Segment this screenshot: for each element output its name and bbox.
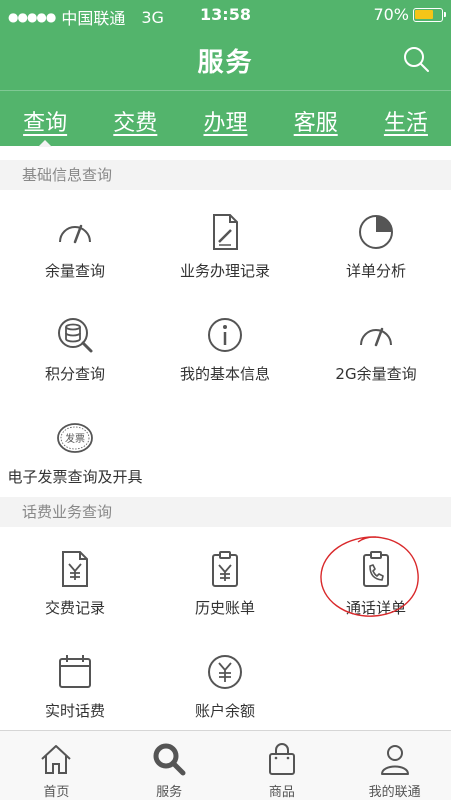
status-bar: ●●●●● 中国联通 3G 13:58 70%	[0, 0, 451, 30]
grid-item-label: 余量查询	[44, 262, 105, 280]
tab-label: 交费	[113, 111, 158, 136]
section-header-billing: 话费业务查询	[0, 497, 451, 527]
yuan-document-icon	[62, 551, 88, 587]
gauge-icon	[360, 327, 392, 347]
yuan-circle-icon	[208, 655, 242, 689]
tabbar-label: 我的联通	[368, 785, 421, 800]
tabbar-goods[interactable]: 商品	[226, 731, 339, 800]
grid-item-account-balance[interactable]: 账户余额	[150, 652, 300, 721]
invoice-stamp-icon: 发票	[57, 423, 93, 453]
search-icon	[404, 47, 429, 72]
coins-search-icon	[58, 318, 93, 353]
billing-grid: 交费记录 历史账单 通话详单 实时话费 账户余额	[0, 527, 451, 730]
tabbar-my-unicom[interactable]: 我的联通	[338, 731, 451, 800]
grid-item-label: 通话详单	[345, 599, 406, 617]
grid-item-label: 电子发票查询及开具	[7, 468, 143, 486]
pie-chart-icon	[359, 215, 393, 249]
tab-payment[interactable]: 交费	[90, 91, 180, 146]
tab-label: 客服	[293, 111, 338, 136]
grid-item-2g-balance-query[interactable]: 2G余量查询	[301, 315, 451, 384]
nav-bar: 服务	[0, 30, 451, 90]
grid-item-label: 历史账单	[194, 599, 255, 617]
grid-item-label: 2G余量查询	[335, 365, 417, 383]
tab-customer-service[interactable]: 客服	[271, 91, 361, 146]
grid-item-label: 账户余额	[194, 702, 255, 720]
tabbar-label: 商品	[268, 785, 295, 800]
grid-item-label: 我的基本信息	[179, 365, 270, 383]
grid-item-label: 业务办理记录	[179, 262, 270, 280]
bottom-tab-bar: 首页 服务 商品 我的联通	[0, 730, 451, 800]
tab-handle[interactable]: 办理	[180, 91, 270, 146]
tabbar-label: 服务	[156, 785, 183, 800]
tabbar-label: 首页	[43, 785, 70, 800]
category-tabs: 查询 交费 办理 客服 生活	[0, 90, 451, 146]
grid-item-balance-query[interactable]: 余量查询	[0, 212, 150, 281]
grid-item-realtime-fee[interactable]: 实时话费	[0, 652, 150, 721]
grid-item-label: 详单分析	[345, 262, 406, 280]
service-search-icon	[153, 743, 186, 776]
tab-label: 查询	[23, 111, 68, 136]
tabbar-home[interactable]: 首页	[0, 731, 113, 800]
grid-item-basic-info[interactable]: 我的基本信息	[150, 315, 300, 384]
battery-fill	[415, 9, 433, 19]
basic-info-grid: 余量查询 业务办理记录 详单分析 积分查询 我的基本信息 2G余量查询 发票 电…	[0, 190, 451, 495]
grid-item-points-query[interactable]: 积分查询	[0, 315, 150, 384]
battery-percent: 70%	[373, 5, 409, 24]
shopping-bag-icon	[268, 743, 295, 775]
battery-status: 70%	[373, 5, 446, 24]
tab-label: 办理	[203, 111, 248, 136]
grid-item-label: 积分查询	[44, 365, 105, 383]
gauge-icon	[59, 224, 91, 244]
tab-label: 生活	[383, 111, 428, 136]
info-icon	[208, 318, 242, 352]
home-icon	[41, 745, 72, 774]
tabbar-service[interactable]: 服务	[113, 731, 226, 800]
calendar-icon	[59, 655, 91, 688]
page-title: 服务	[197, 48, 254, 78]
grid-item-detail-analysis[interactable]: 详单分析	[301, 212, 451, 281]
section-header-basic-info: 基础信息查询	[0, 160, 451, 190]
grid-item-e-invoice[interactable]: 发票 电子发票查询及开具	[0, 418, 150, 487]
grid-item-history-bill[interactable]: 历史账单	[150, 549, 300, 618]
battery-icon	[413, 7, 446, 22]
grid-item-label: 交费记录	[44, 599, 105, 617]
grid-item-payment-record[interactable]: 交费记录	[0, 549, 150, 618]
grid-item-call-detail[interactable]: 通话详单	[301, 549, 451, 618]
phone-clipboard-icon	[363, 551, 389, 587]
user-icon	[380, 745, 409, 775]
invoice-icon-text: 发票	[65, 432, 85, 445]
tab-query[interactable]: 查询	[0, 91, 90, 146]
tab-life[interactable]: 生活	[361, 91, 451, 146]
search-button[interactable]	[401, 44, 431, 74]
yuan-clipboard-icon	[212, 551, 238, 587]
document-edit-icon	[213, 214, 238, 250]
grid-item-label: 实时话费	[44, 702, 105, 720]
grid-item-business-record[interactable]: 业务办理记录	[150, 212, 300, 281]
